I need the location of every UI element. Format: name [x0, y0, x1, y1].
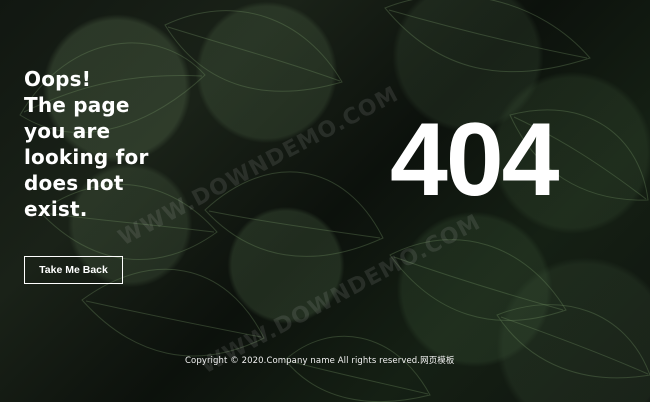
leaf-vein — [85, 300, 262, 338]
error-content: Oops! The page you are looking for does … — [24, 66, 159, 284]
leaf-shape — [496, 304, 650, 379]
error-code: 404 — [390, 102, 560, 218]
leaf-shape — [284, 335, 431, 402]
error-heading: Oops! The page you are looking for does … — [24, 67, 149, 221]
leaf-vein — [208, 210, 381, 239]
leaf-vein — [388, 9, 588, 59]
leaf-vein — [167, 26, 341, 82]
copyright-footer: Copyright © 2020.Company name All rights… — [185, 356, 455, 366]
leaf-shape — [164, 10, 343, 92]
error-page: WWW.DOWNDEMO.COM WWW.DOWNDEMO.COM Oops! … — [0, 0, 650, 402]
take-me-back-button[interactable]: Take Me Back — [24, 256, 123, 284]
